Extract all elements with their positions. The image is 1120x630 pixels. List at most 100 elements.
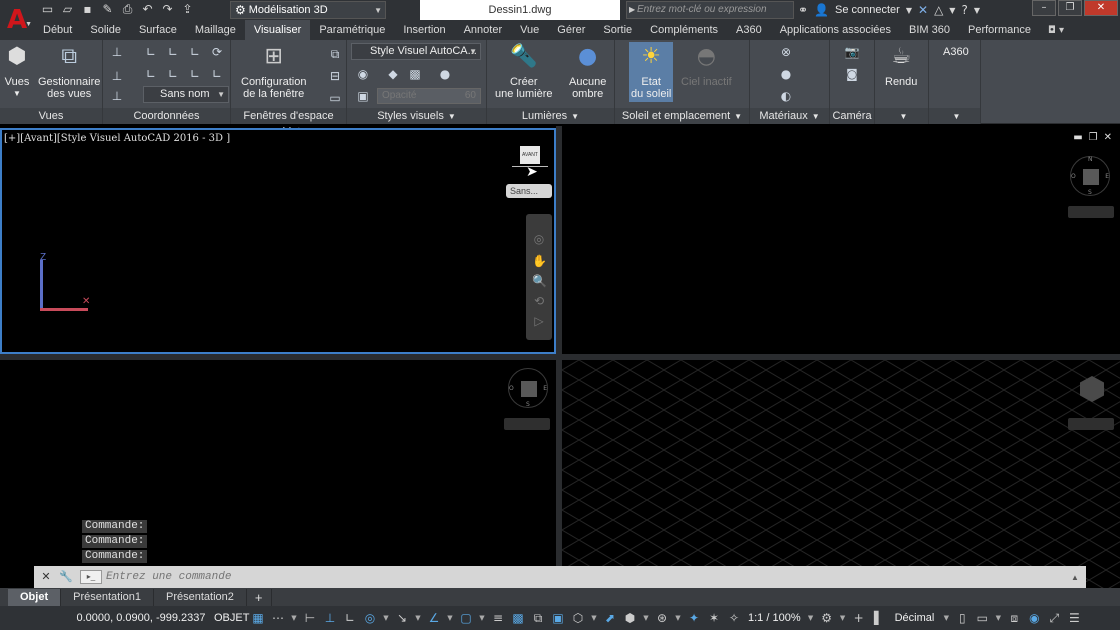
chevron-up-icon[interactable]: ▲ (1068, 573, 1082, 582)
close-button[interactable]: ✕ (1084, 0, 1118, 16)
create-camera-icon[interactable]: 📷 (844, 44, 860, 60)
polar-tracking-icon[interactable]: ◎ (362, 610, 378, 626)
chevron-down-icon[interactable]: ▼ (974, 6, 980, 15)
color-icon[interactable]: ▩ (407, 66, 423, 82)
wcs-menu[interactable]: Sans... (506, 184, 552, 198)
tab-10[interactable]: Sortie (594, 20, 641, 40)
ucs-icon[interactable]: ⊥ (109, 44, 125, 60)
3d-osnap-icon[interactable]: ▣ (550, 610, 566, 626)
tab-13[interactable]: Applications associées (771, 20, 900, 40)
quick-properties-icon[interactable]: ▯ (954, 610, 970, 626)
wcs-menu[interactable] (1068, 206, 1114, 218)
maximize-viewport-icon[interactable]: ❐ (1089, 132, 1098, 143)
material-sphere-icon[interactable]: ● (778, 66, 794, 82)
materials-browser-icon[interactable]: ⊗ (778, 44, 794, 60)
help-icon[interactable]: ? (961, 3, 967, 17)
chevron-down-icon[interactable]: ▼ (994, 610, 1002, 626)
viewcube-top-right[interactable]: N S O E (1070, 156, 1110, 196)
panel-rendu-footer[interactable]: ▼ (875, 108, 928, 124)
viewport-bottom-right[interactable] (562, 360, 1120, 592)
viewcube-bottom-left[interactable]: S O E (508, 368, 548, 408)
restore-button[interactable]: ❐ (1058, 0, 1082, 16)
minimize-viewport-icon[interactable]: ▬ (1073, 132, 1082, 143)
grid-icon[interactable]: ▦ (250, 610, 266, 626)
annotation-monitor-icon[interactable]: + (851, 610, 867, 626)
save-as-icon[interactable]: ✎ (100, 2, 115, 17)
pan-icon[interactable]: ✋ (532, 254, 547, 268)
viewport-top-left[interactable]: [+][Avant][Style Visuel AutoCAD 2016 - 3… (0, 128, 556, 354)
viewport-configuration-button[interactable]: ⊞ Configuration de la fenêtre (241, 42, 306, 101)
viewport-scale[interactable]: 1:1 / 100% (746, 612, 803, 624)
panel-fenetres-footer[interactable]: Fenêtres d'espace objet (231, 108, 346, 138)
undo-icon[interactable]: ↶ (140, 2, 155, 17)
tab-5[interactable]: Paramétrique (310, 20, 394, 40)
share-icon[interactable]: ⇪ (180, 2, 195, 17)
camera-icon[interactable]: ◙ (844, 66, 860, 82)
chevron-down-icon[interactable]: ▼ (642, 610, 650, 626)
material-mapping-icon[interactable]: ◐ (778, 88, 794, 104)
chevron-down-icon[interactable]: ▼ (807, 610, 815, 626)
views-button[interactable]: ⬢ Vues ▼ (2, 42, 32, 100)
view-manager-button[interactable]: ⧉ Gestionnaire des vues (38, 42, 100, 101)
isolate-objects-icon[interactable]: ⧈ (1006, 610, 1022, 626)
ucs-object-icon[interactable]: ∟ (187, 66, 203, 82)
sun-status-button[interactable]: ☀ Etat du soleil (629, 42, 674, 102)
panel-coordonnees-footer[interactable]: Coordonnées (103, 108, 230, 124)
annotation-scale-icon[interactable]: ✦ (686, 610, 702, 626)
ribbon-options-icon[interactable]: ◘ ▾ (1048, 25, 1064, 36)
units-selector[interactable]: Décimal (891, 612, 939, 624)
chevron-down-icon[interactable]: ▼ (590, 610, 598, 626)
panel-vues-footer[interactable]: Vues (0, 108, 102, 124)
tab-9[interactable]: Gérer (548, 20, 594, 40)
ucs-settings-icon[interactable]: ⟳ (209, 44, 225, 60)
ucs-view-icon[interactable]: ∟ (165, 66, 181, 82)
open-folder-icon[interactable]: ▱ (60, 2, 75, 17)
orbit-icon[interactable]: ⟲ (532, 294, 546, 308)
lighting-icon[interactable]: ● (437, 66, 453, 82)
object-snap-icon[interactable]: ▢ (458, 610, 474, 626)
close-icon[interactable]: ✕ (38, 569, 54, 585)
named-viewports-icon[interactable]: ⧉ (327, 46, 343, 62)
panel-camera-footer[interactable]: Caméra (830, 108, 874, 124)
panel-soleil-footer[interactable]: Soleil et emplacement ▼ (615, 108, 749, 124)
tab-14[interactable]: BIM 360 (900, 20, 959, 40)
wcs-menu[interactable] (1068, 418, 1114, 430)
command-prompt-icon[interactable]: ▸_ (80, 570, 102, 584)
close-viewport-icon[interactable]: ✕ (1104, 132, 1112, 143)
lock-ui-icon[interactable]: ▭ (974, 610, 990, 626)
tab-4[interactable]: Visualiser (244, 20, 311, 40)
face-style-icon[interactable]: ◆ (385, 66, 401, 82)
dynamic-ucs-icon[interactable]: ⬡ (570, 610, 586, 626)
tab-6[interactable]: Insertion (394, 20, 454, 40)
join-viewports-icon[interactable]: ⊟ (327, 68, 343, 84)
infer-constraints-icon[interactable]: ⊢ (302, 610, 318, 626)
coordinates-readout[interactable]: 0.0000, 0.0900, -999.2337 (72, 609, 210, 627)
application-menu-button[interactable]: A ▼ (0, 0, 34, 40)
tab-12[interactable]: A360 (727, 20, 771, 40)
tab-0[interactable]: Début (34, 20, 81, 40)
chevron-down-icon[interactable]: ▼ (949, 6, 955, 15)
add-layout-icon[interactable]: + (247, 589, 272, 606)
panel-styles-footer[interactable]: Styles visuels ▼ (347, 108, 486, 124)
clean-screen-icon[interactable]: ⤢ (1046, 610, 1062, 626)
wcs-menu[interactable] (504, 418, 550, 430)
ucs-y-icon[interactable]: ∟ (165, 44, 181, 60)
search-input[interactable]: ▶ Entrez mot-clé ou expression (626, 1, 794, 19)
model-space-button[interactable]: OBJET (212, 609, 251, 627)
viewport-splitter-horizontal[interactable] (0, 354, 1120, 360)
render-button[interactable]: ☕ Rendu (885, 42, 917, 89)
visual-style-combo[interactable]: Style Visuel AutoCA... ▼ (351, 43, 481, 60)
tab-7[interactable]: Annoter (455, 20, 512, 40)
panel-materiaux-footer[interactable]: Matériaux ▼ (750, 108, 829, 124)
tab-8[interactable]: Vue (511, 20, 548, 40)
new-file-icon[interactable]: ▭ (40, 2, 55, 17)
panel-lumieres-footer[interactable]: Lumières ▼ (487, 108, 614, 124)
tab-11[interactable]: Compléments (641, 20, 727, 40)
ucs-x-icon[interactable]: ∟ (143, 44, 159, 60)
chevron-down-icon[interactable]: ▼ (839, 610, 847, 626)
panel-a360-footer[interactable]: ▼ (929, 108, 980, 124)
layout-tab-0[interactable]: Objet (8, 589, 62, 606)
chevron-down-icon[interactable]: ▼ (414, 610, 422, 626)
ucs-z-icon[interactable]: ∟ (187, 44, 203, 60)
ucs-origin-icon[interactable]: ∟ (143, 66, 159, 82)
